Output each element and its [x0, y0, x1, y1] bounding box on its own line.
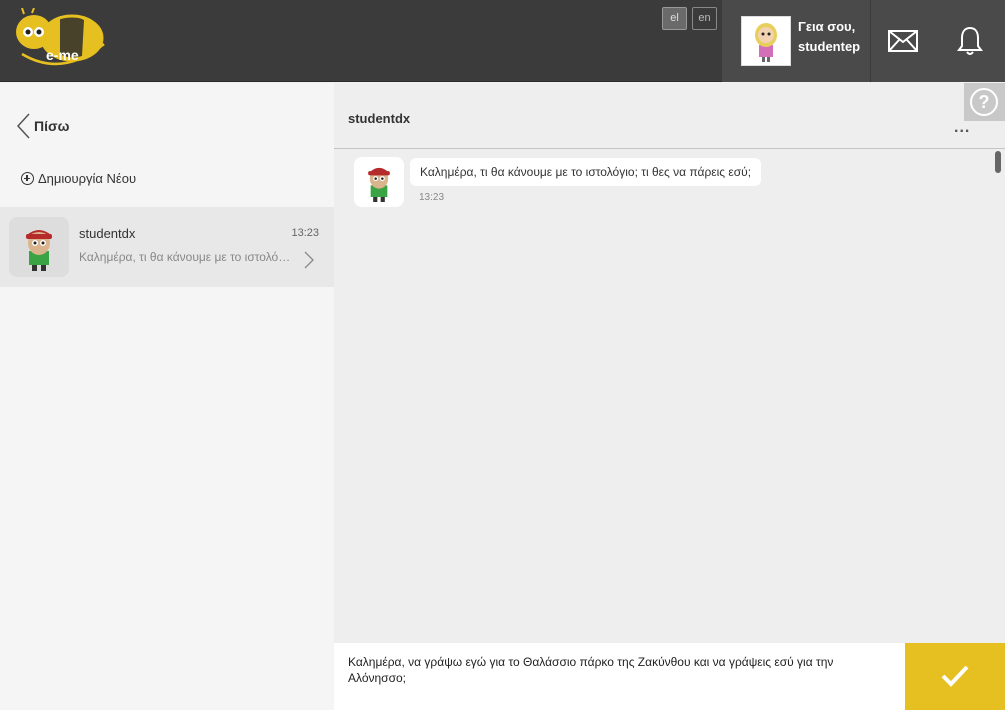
message-sender-avatar — [354, 157, 404, 207]
svg-text:e-me: e-me — [46, 47, 79, 63]
greeting-username: studentep — [798, 39, 861, 54]
user-profile-box[interactable]: Γεια σου, studentep — [722, 0, 870, 82]
message-time: 13:23 — [419, 192, 445, 203]
plus-circle-icon — [21, 172, 34, 185]
checkmark-icon — [941, 665, 969, 687]
create-new-button[interactable]: Δημιουργία Νέου — [21, 171, 136, 186]
message-compose-field[interactable]: Καλημέρα, να γράψω εγώ για το Θαλάσσιο π… — [334, 643, 905, 710]
create-new-label: Δημιουργία Νέου — [38, 171, 137, 186]
conversation-time: 13:23 — [291, 227, 319, 239]
conversation-item[interactable]: studentdx 13:23 Καλημέρα, τι θα κάνουμε … — [0, 207, 334, 287]
language-el-button[interactable]: el — [662, 7, 687, 30]
top-header: e-me el en Γεια σου, studentep — [0, 0, 1005, 82]
user-avatar — [741, 16, 791, 66]
conversation-preview: Καλημέρα, τι θα κάνουμε με το ιστολόγιο;… — [79, 250, 294, 264]
contact-avatar — [9, 217, 69, 277]
chevron-left-icon — [16, 113, 30, 139]
chevron-right-icon — [304, 251, 314, 269]
compose-text[interactable]: Καλημέρα, να γράψω εγώ για το Θαλάσσιο π… — [348, 654, 848, 686]
back-label: Πίσω — [34, 118, 70, 134]
chat-header: studentdx ... ? — [334, 83, 1005, 149]
envelope-icon — [888, 30, 918, 52]
chat-title: studentdx — [348, 111, 411, 126]
messages-button[interactable] — [871, 0, 935, 82]
help-button[interactable]: ? — [964, 83, 1005, 121]
message-bubble: Καλημέρα, τι θα κάνουμε με το ιστολόγιο;… — [410, 158, 762, 186]
e-me-logo[interactable]: e-me — [12, 7, 112, 74]
send-button[interactable] — [905, 643, 1005, 710]
user-greeting: Γεια σου, studentep — [798, 17, 860, 57]
chat-panel: studentdx ... ? Καλημέρα, τι θα κάνουμε … — [334, 83, 1005, 710]
chat-scrollbar[interactable] — [995, 151, 1001, 173]
conversation-name: studentdx — [79, 226, 136, 241]
language-en-button[interactable]: en — [692, 7, 717, 30]
bell-icon — [957, 26, 983, 55]
question-mark-icon: ? — [970, 88, 998, 116]
more-options-button[interactable]: ... — [954, 119, 970, 137]
notifications-button[interactable] — [935, 0, 1005, 82]
greeting-line1: Γεια σου, — [798, 19, 856, 34]
conversations-sidebar: Πίσω Δημιουργία Νέου studentdx 13:23 Καλ… — [0, 83, 334, 710]
